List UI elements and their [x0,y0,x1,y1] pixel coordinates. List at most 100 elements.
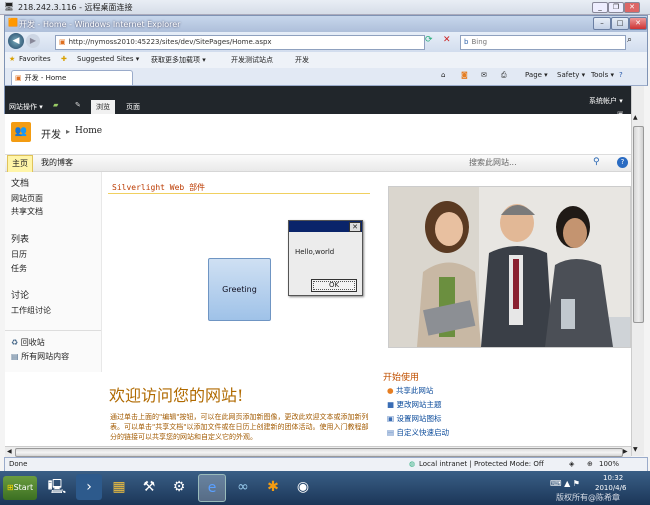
navigate-up-icon[interactable]: ▰ [53,101,58,109]
scroll-right-icon[interactable]: ▶ [623,448,628,455]
mail-icon[interactable]: ✉ [481,71,487,79]
ql-team-discussion[interactable]: 工作组讨论 [11,304,51,317]
gs-share-site[interactable]: ● 共享此网站 [387,384,433,398]
scroll-down-icon[interactable]: ▼ [633,446,638,453]
print-icon[interactable]: ⎙ [501,71,507,80]
internet-explorer-icon[interactable]: e [198,474,226,502]
network-app-icon[interactable]: ◉ [290,474,316,500]
restore-icon[interactable]: ❐ [608,2,624,13]
watermark: 版权所有@陈希章 [556,493,620,502]
search-icon[interactable]: ⌕ [627,35,632,45]
getting-started-title: 开始使用 [383,373,420,383]
site-title[interactable]: 开发 [41,126,61,141]
add-favorite-icon[interactable]: ✚ [61,55,67,63]
all-content-icon: ▤ [11,352,19,361]
fav-suggested-sites[interactable]: Suggested Sites ▾ [77,55,139,63]
site-search-icon[interactable]: ⚲ [593,157,600,167]
fav-dev[interactable]: 开发 [295,55,309,65]
fav-dev-test-site[interactable]: 开发测试站点 [231,55,273,65]
webpart-title[interactable]: Silverlight Web 部件 [112,182,205,193]
sp-help-icon[interactable]: ? [617,157,628,168]
scroll-thumb[interactable] [633,126,644,323]
page-menu[interactable]: Page ▾ [525,71,548,79]
ql-all-content[interactable]: ▤ 所有网站内容 [11,350,69,363]
forward-icon[interactable]: ▶ [26,34,40,48]
ie-titlebar: 🟧 开发 - Home - Windows Internet Explorer … [4,15,648,32]
remote-desktop-titlebar: 🖥 218.242.3.116 - 远程桌面连接 _ ❐ ✕ [0,0,650,15]
stop-icon[interactable]: ✕ [443,35,451,45]
clock-date[interactable]: 2010/4/6 [595,484,626,492]
topnav-my-blog[interactable]: 我的博客 [41,155,73,171]
tab-page[interactable]: 页面 [121,100,145,114]
share-site-icon: ● [387,386,394,395]
security-zone[interactable]: Local intranet | Protected Mode: Off [419,460,544,468]
favorites-bar: ★ Favorites ✚ Suggested Sites ▾ 获取更多加载项 … [4,52,648,68]
gs-change-theme[interactable]: ■ 更改网站主题 [387,398,441,412]
address-input[interactable]: ▣ http://nymoss2010:45223/sites/dev/SiteP… [55,35,425,50]
ql-lists-heading[interactable]: 列表 [11,234,29,247]
taskbar: ⊞Start 🖳 › ▦ ⚒ ⚙ e ∞ ✱ ◉ ⌨ ▲ ⚑ 10:32 201… [0,471,650,505]
settings-icon[interactable]: ⚙ [166,474,192,500]
breadcrumb-separator: ▸ [66,127,71,136]
bing-icon: b [464,38,469,46]
topnav-home[interactable]: 主页 [7,155,33,173]
start-button[interactable]: ⊞Start [3,476,37,500]
fav-addons[interactable]: 获取更多加载项 ▾ [151,55,206,65]
ql-recycle-bin[interactable]: ♻ 回收站 [11,336,45,349]
ie-minimize-icon[interactable]: – [593,17,611,30]
tray-icons[interactable]: ⌨ ▲ ⚑ [550,479,580,488]
edit-page-icon[interactable]: ✎ [75,101,81,109]
sharepoint-icon: 🟧 [8,18,18,27]
ql-site-pages[interactable]: 网站页面 [11,192,43,205]
tab-home[interactable]: ▣ 开发 - Home [11,70,133,85]
favorites-button[interactable]: Favorites [19,55,51,63]
zoom-level[interactable]: 100% [599,460,619,468]
safety-menu[interactable]: Safety ▾ [557,71,585,79]
hscroll-thumb[interactable] [15,448,623,457]
windows-flag-icon: ⊞ [6,483,14,492]
scroll-up-icon[interactable]: ▲ [633,114,638,121]
gs-customize-quicklaunch[interactable]: ▤ 自定义快速启动 [387,426,449,440]
tools-icon[interactable]: ⚒ [136,474,162,500]
greeting-button[interactable]: Greeting [208,258,271,321]
sharepoint-designer-icon[interactable]: ✱ [260,474,286,500]
ie-maximize-icon[interactable]: □ [611,17,629,30]
zoom-icon: ⊕ [587,460,593,468]
ql-shared-docs[interactable]: 共享文档 [11,205,43,218]
user-menu[interactable]: 系统帐户 ▾ [589,96,623,106]
ie-close-icon[interactable]: ✕ [629,17,647,30]
vertical-scrollbar[interactable]: ▲ ▼ [631,86,644,456]
feeds-icon[interactable]: ◙ [461,71,468,79]
minimize-icon[interactable]: _ [592,2,608,13]
powershell-icon[interactable]: › [76,474,102,500]
explorer-icon[interactable]: ▦ [106,474,132,500]
tab-browse[interactable]: 浏览 [91,100,115,114]
visual-studio-icon[interactable]: ∞ [230,474,256,500]
home-icon[interactable]: ⌂ [441,71,445,79]
hello-dialog: ✕ Hello,world OK [288,220,363,296]
quick-launch: 文档 网站页面 共享文档 列表 日历 任务 讨论 工作组讨论 ♻ 回收站 ▤ 所… [5,172,102,372]
dialog-close-icon[interactable]: ✕ [349,222,361,232]
refresh-icon[interactable]: ⟳ [425,35,433,45]
back-icon[interactable]: ◀ [8,33,24,49]
close-icon[interactable]: ✕ [624,2,640,13]
protected-mode-icon[interactable]: ◈ [569,460,574,468]
tools-menu[interactable]: Tools ▾ [591,71,614,79]
webpart-header: Silverlight Web 部件 [108,180,370,194]
site-actions-menu[interactable]: 网站操作 ▾ [9,102,43,112]
ql-discussions-heading[interactable]: 讨论 [11,290,29,303]
ql-calendar[interactable]: 日历 [11,248,27,261]
scroll-left-icon[interactable]: ◀ [7,448,12,455]
ql-tasks[interactable]: 任务 [11,262,27,275]
help-icon[interactable]: ? [619,71,623,79]
dialog-ok-button[interactable]: OK [311,279,357,292]
server-manager-icon[interactable]: 🖳 [44,474,70,500]
welcome-body: 通过单击上面的"编辑"按钮，可以在此网页添加新图像，更改此欢迎文本或添加新列表。… [110,413,369,441]
clock-time[interactable]: 10:32 [603,474,623,482]
tab-favicon: ▣ [15,74,22,82]
search-input[interactable]: b Bing [460,35,626,50]
ql-docs-heading[interactable]: 文档 [11,178,29,191]
recycle-bin-icon: ♻ [11,338,19,347]
gs-set-icon[interactable]: ▣ 设置网站图标 [387,412,441,426]
site-search-input[interactable]: 搜索此网站... [469,155,517,171]
